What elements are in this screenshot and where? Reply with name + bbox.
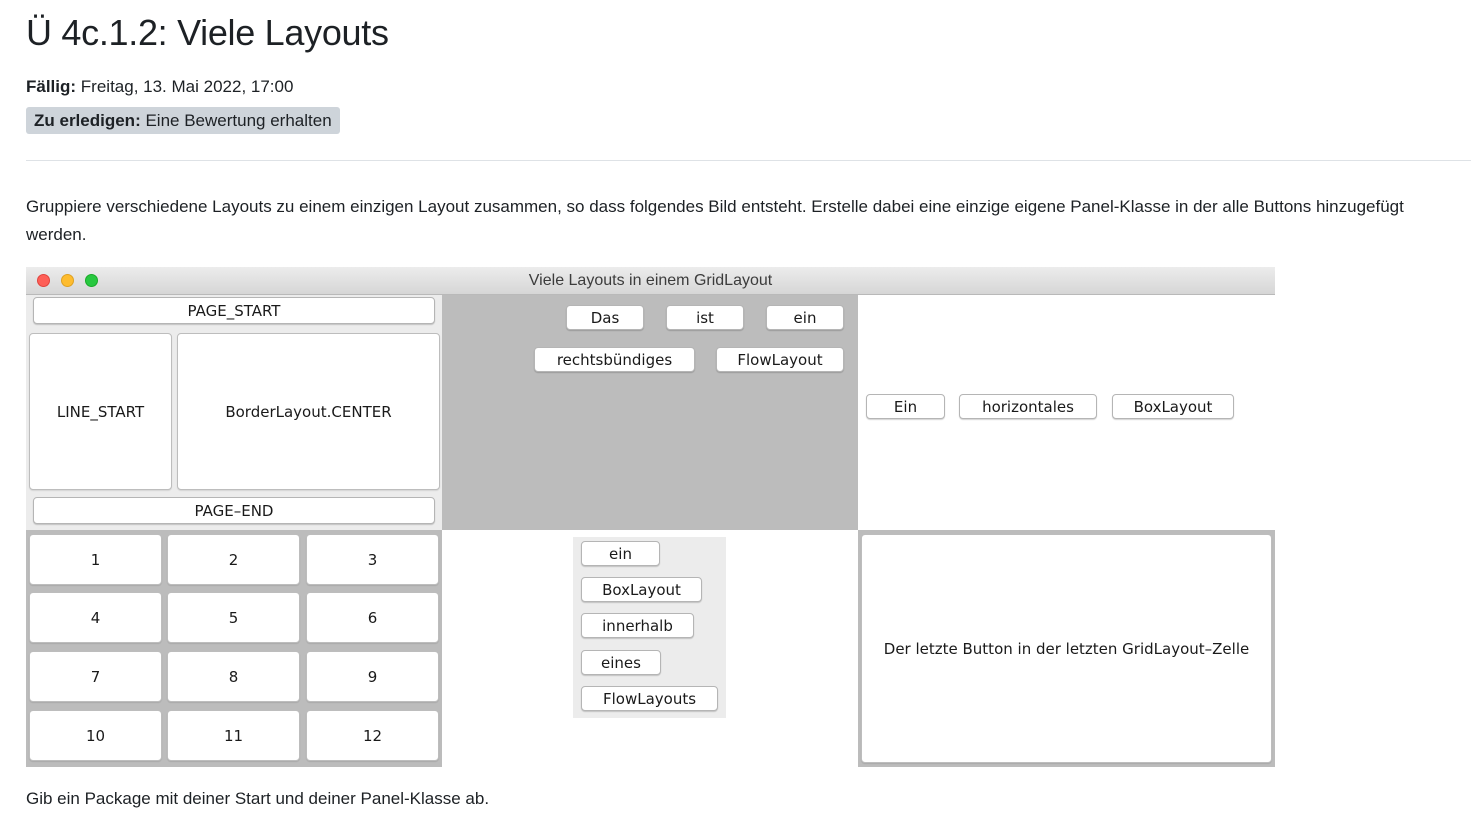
line-start-button[interactable]: LINE_START: [29, 333, 172, 490]
grid-button-3[interactable]: 3: [306, 534, 439, 585]
last-cell-panel: Der letzte Button in der letzten GridLay…: [858, 530, 1275, 767]
center-button[interactable]: BorderLayout.CENTER: [177, 333, 440, 490]
flow-button-ist[interactable]: ist: [666, 305, 744, 330]
due-label: Fällig:: [26, 77, 77, 96]
page-end-button[interactable]: PAGE–END: [33, 497, 435, 524]
assignment-description: Gruppiere verschiedene Layouts zu einem …: [26, 197, 1404, 244]
flow-layout-right-panel: Das ist ein rechtsbündiges FlowLayout: [442, 295, 858, 530]
grid-button-4[interactable]: 4: [29, 592, 162, 643]
java-window-screenshot: Viele Layouts in einem GridLayout PAGE_S…: [26, 267, 1275, 767]
box-button-boxlayout[interactable]: BoxLayout: [1112, 394, 1234, 419]
window-title: Viele Layouts in einem GridLayout: [528, 272, 773, 289]
due-date: Fällig: Freitag, 13. Mai 2022, 17:00: [26, 77, 293, 97]
flow-button-rechtsbuendiges[interactable]: rechtsbündiges: [534, 347, 695, 372]
vbox-button-eines[interactable]: eines: [581, 650, 661, 675]
grid-button-5[interactable]: 5: [167, 592, 300, 643]
flow-layout-center-panel: ein BoxLayout innerhalb eines FlowLayout…: [442, 530, 858, 767]
flow-button-ein[interactable]: ein: [766, 305, 844, 330]
vbox-button-flowlayouts[interactable]: FlowLayouts: [581, 686, 718, 711]
grid-layout-panel: 1 2 3 4 5 6 7 8 9 10 11 12: [26, 530, 442, 767]
box-layout-horizontal-panel: Ein horizontales BoxLayout: [858, 295, 1275, 530]
border-layout-panel: PAGE_START LINE_START BorderLayout.CENTE…: [26, 295, 442, 530]
last-gridlayout-button[interactable]: Der letzte Button in der letzten GridLay…: [861, 534, 1272, 763]
page-start-button[interactable]: PAGE_START: [33, 297, 435, 324]
due-value: Freitag, 13. Mai 2022, 17:00: [80, 77, 294, 96]
grid-button-1[interactable]: 1: [29, 534, 162, 585]
flow-button-das[interactable]: Das: [566, 305, 644, 330]
page-title: Ü 4c.1.2: Viele Layouts: [26, 12, 389, 53]
grid-button-2[interactable]: 2: [167, 534, 300, 585]
grid-button-6[interactable]: 6: [306, 592, 439, 643]
footer-instructions: Gib ein Package mit deiner Start und dei…: [26, 789, 490, 808]
vbox-button-innerhalb[interactable]: innerhalb: [581, 613, 694, 638]
todo-badge: Zu erledigen: Eine Bewertung erhalten: [26, 107, 340, 134]
flow-button-flowlayout[interactable]: FlowLayout: [716, 347, 844, 372]
grid-button-11[interactable]: 11: [167, 710, 300, 761]
grid-button-12[interactable]: 12: [306, 710, 439, 761]
todo-label: Zu erledigen:: [34, 111, 141, 130]
vbox-button-boxlayout[interactable]: BoxLayout: [581, 577, 702, 602]
window-titlebar: Viele Layouts in einem GridLayout: [26, 267, 1275, 295]
divider: [26, 160, 1471, 161]
box-layout-vertical-panel: ein BoxLayout innerhalb eines FlowLayout…: [573, 537, 726, 718]
vbox-button-ein[interactable]: ein: [581, 541, 660, 566]
grid-button-8[interactable]: 8: [167, 651, 300, 702]
box-button-horizontales[interactable]: horizontales: [959, 394, 1097, 419]
box-button-ein[interactable]: Ein: [866, 394, 945, 419]
grid-button-7[interactable]: 7: [29, 651, 162, 702]
grid-button-10[interactable]: 10: [29, 710, 162, 761]
grid-button-9[interactable]: 9: [306, 651, 439, 702]
todo-value: Eine Bewertung erhalten: [145, 111, 332, 130]
